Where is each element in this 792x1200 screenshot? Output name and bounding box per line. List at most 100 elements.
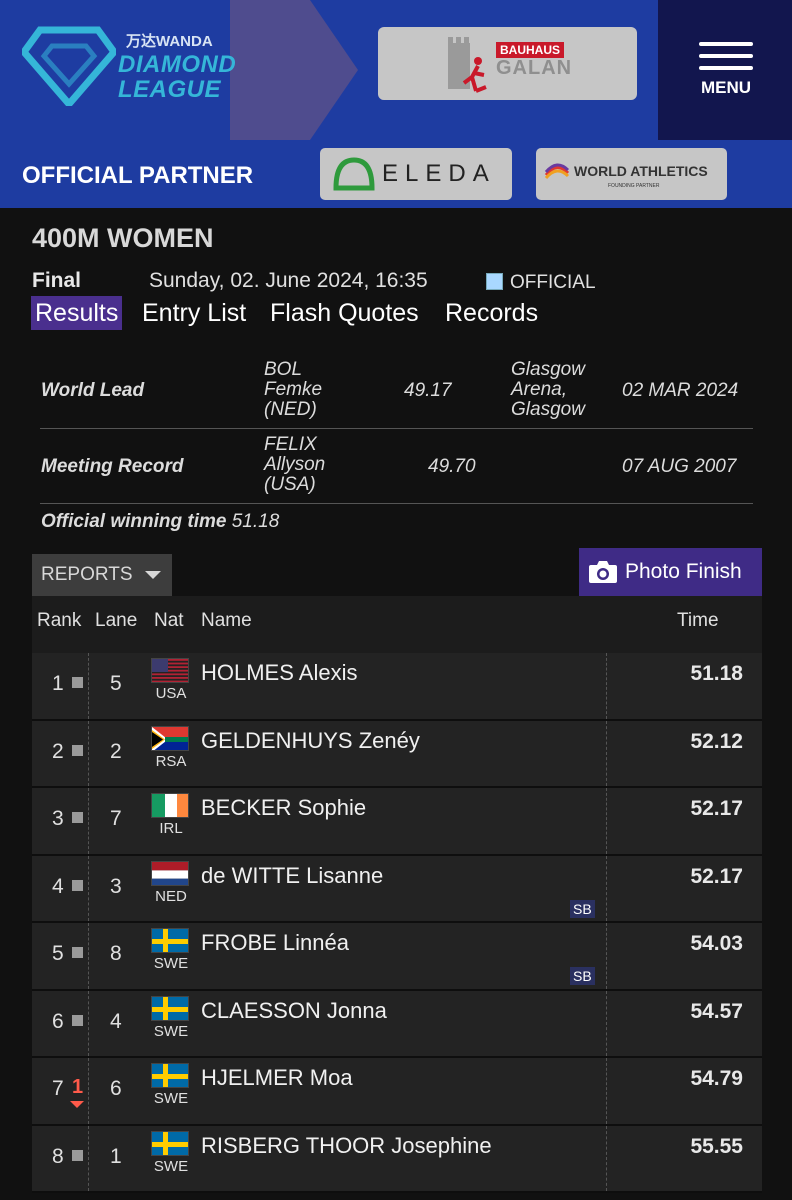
hamburger-icon-bar-3 [699,66,753,70]
record-venue: Glasgow Arena, Glasgow [511,360,585,420]
nat-cell: SWE [153,955,189,972]
lane-cell: 3 [110,874,122,898]
record-holder-surname: FELIX [264,434,317,455]
column-divider [88,1058,89,1124]
tab-entry-list[interactable]: Entry List [142,296,246,330]
athlete-name-link[interactable]: de WITTE Lisanne [201,863,383,889]
photo-finish-button[interactable]: Photo Finish [579,548,762,596]
wanda-logo-text: 万达WANDA [126,33,213,50]
menu-button[interactable]: MENU [680,42,772,98]
time-cell: 52.17 [690,864,743,888]
table-row[interactable]: 6 4 SWE CLAESSON Jonna 54.57 [32,990,762,1058]
lane-cell: 4 [110,1009,122,1033]
athlete-name-link[interactable]: GELDENHUYS Zenéy [201,728,420,754]
table-row[interactable]: 8 1 SWE RISBERG THOOR Josephine 55.55 [32,1125,762,1193]
record-venue-line: Glasgow [511,359,585,380]
record-date: 07 AUG 2007 [622,456,737,477]
lane-cell: 2 [110,739,122,763]
diamond-league-logo-icon[interactable] [22,26,116,106]
rank-indicator-icon [72,744,83,756]
athlete-name-link[interactable]: CLAESSON Jonna [201,998,387,1024]
divider [40,503,753,504]
partner-strip: OFFICIAL PARTNER ELEDA WORLD ATHLETICS F… [0,140,792,208]
header-time: Time [677,610,719,631]
lane-cell: 1 [110,1144,122,1168]
world-athletics-logo[interactable]: WORLD ATHLETICS FOUNDING PARTNER [536,148,727,200]
title-sponsor-logo[interactable]: BAUHAUS GALAN [378,27,637,100]
usa-flag-icon [151,658,189,683]
athlete-name-link[interactable]: RISBERG THOOR Josephine [201,1133,492,1159]
table-row[interactable]: 2 2 RSA GELDENHUYS Zenéy 52.12 [32,720,762,788]
rank-cell: 1 [52,672,64,695]
rank-cell: 4 [52,874,64,898]
time-cell: 52.12 [690,729,743,753]
results-table-header: Rank Lane Nat Name Time [32,596,762,653]
swe-flag-icon [151,995,189,1021]
galan-wordmark: GALAN [496,57,573,79]
nat-cell: IRL [159,820,183,837]
diamond-league-wordmark[interactable]: DIAMOND LEAGUE [118,52,236,102]
results-table-body: 1 5 USA HOLMES Alexis 51.18 2 2 RSA GELDENHUYS Z… [32,653,762,1193]
nat-cell: SWE [153,1022,189,1040]
world-athletics-wordmark: WORLD ATHLETICS [574,163,708,179]
rank-down-icon [70,1101,84,1108]
official-status-icon [486,273,503,290]
swe-flag-icon [151,1063,189,1088]
table-row[interactable]: 1 5 USA HOLMES Alexis 51.18 [32,653,762,721]
column-divider [606,855,607,921]
reports-label: REPORTS [41,564,133,585]
time-cell: 54.03 [690,932,743,955]
rank-cell: 6 [52,1009,64,1033]
nat-cell: USA [155,685,187,702]
official-status-label: OFFICIAL [510,272,596,293]
column-divider [606,720,607,786]
eleda-logo[interactable]: ELEDA [320,148,512,200]
athlete-name-link[interactable]: HJELMER Moa [201,1065,353,1091]
table-row[interactable]: 5 8 SWE FROBE Linnéa SB 54.03 [32,923,762,991]
world-athletics-sub: FOUNDING PARTNER [608,183,660,189]
tab-records[interactable]: Records [445,296,538,330]
nat-cell: SWE [153,1157,189,1175]
time-cell: 52.17 [690,797,743,820]
tab-results[interactable]: Results [31,296,123,330]
nat-cell: SWE [153,1090,189,1107]
official-winning-time-value: 51.18 [231,511,280,532]
rank-indicator-icon [72,1149,83,1161]
league-line-1: DIAMOND [118,51,237,78]
record-result: 49.70 [428,456,476,477]
record-result: 49.17 [404,380,452,401]
nat-cell: NED [155,887,187,905]
table-row[interactable]: 4 3 NED de WITTE Lisanne SB 52.17 [32,855,762,923]
header-accent-band [230,0,310,140]
column-divider [88,923,89,989]
header-rank: Rank [37,610,82,631]
column-divider [88,855,89,921]
rank-cell: 5 [52,942,64,965]
rank-cell: 2 [52,739,64,763]
official-winning-time-label: Official winning time [41,511,227,532]
athlete-name-link[interactable]: BECKER Sophie [201,795,366,821]
athlete-name-link[interactable]: FROBE Linnéa [201,930,349,956]
header-lane: Lane [95,610,138,631]
record-date: 02 MAR 2024 [622,380,739,401]
record-venue-line: Glasgow [511,399,585,420]
lane-cell: 7 [110,807,122,830]
rank-cell: 3 [52,807,64,830]
menu-label: MENU [700,78,752,97]
record-label: Meeting Record [41,456,184,477]
reports-dropdown[interactable]: REPORTS [32,554,172,596]
camera-icon [589,561,617,583]
table-row[interactable]: 3 7 IRL BECKER Sophie 52.17 [32,788,762,856]
nat-cell: RSA [155,752,187,770]
athlete-name-link[interactable]: HOLMES Alexis [201,660,358,686]
table-row[interactable]: 7 1 6 SWE HJELMER Moa 54.79 [32,1058,762,1126]
rank-indicator-icon [72,1014,83,1026]
column-divider [606,653,607,719]
season-best-badge: SB [570,899,595,918]
tab-flash-quotes[interactable]: Flash Quotes [270,296,419,330]
rsa-flag-icon [151,725,189,751]
hamburger-icon [699,42,753,46]
eleda-wordmark: ELEDA [382,160,496,187]
lane-cell: 8 [110,942,122,965]
column-divider [606,1125,607,1191]
